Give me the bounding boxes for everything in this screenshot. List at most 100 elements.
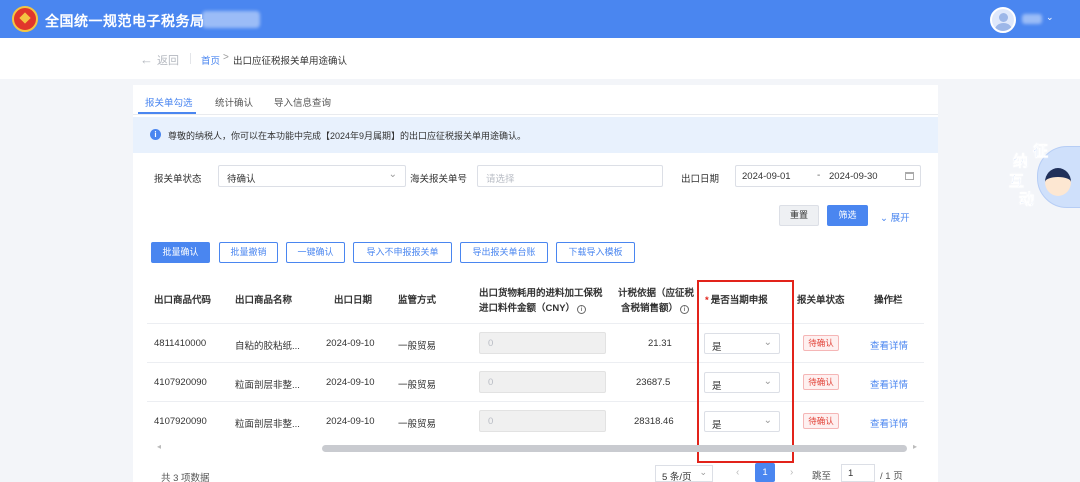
mascot-avatar-icon — [1045, 168, 1071, 196]
back-label: 返回 — [157, 55, 179, 67]
status-filter-value: 待确认 — [227, 174, 256, 185]
col-header-code: 出口商品代码 — [154, 295, 212, 306]
col-header-material-line2: 进口料件金额（CNY） i — [479, 302, 587, 315]
breadcrumb: ← 返回 首页 > 出口应征税报关单用途确认 — [0, 38, 1080, 79]
status-badge: 待确认 — [803, 413, 839, 429]
material-amount-input: 0 — [479, 410, 606, 432]
tax-emblem-icon — [12, 6, 38, 32]
goto-page-input[interactable]: 1 — [841, 464, 875, 482]
chevron-down-icon: ⌄ — [388, 169, 397, 180]
divider — [190, 53, 191, 64]
mascot-char: 纳 — [1013, 153, 1029, 171]
col-header-tax-basis-line1: 计税依据（应征税 — [618, 288, 695, 299]
highlight-frame — [697, 280, 794, 463]
cell-tax-basis: 23687.5 — [636, 377, 671, 388]
cell-supervision: 一般贸易 — [398, 419, 437, 430]
cell-date: 2024-09-10 — [326, 377, 375, 388]
chevron-down-icon: ⌄ — [880, 213, 891, 224]
col-header-name: 出口商品名称 — [235, 295, 293, 306]
notice-banner: i 尊敬的纳税人，你可以在本功能中完成【2024年9月属期】的出口应征税报关单用… — [133, 117, 938, 153]
info-icon: i — [150, 129, 161, 140]
col-header-material-line1: 出口货物耗用的进料加工保税 — [479, 288, 603, 299]
batch-revoke-button[interactable]: 批量撤销 — [219, 242, 278, 263]
date-to-value[interactable]: 2024-09-30 — [829, 171, 878, 182]
col-header-status: 报关单状态 — [797, 295, 845, 306]
material-amount-input: 0 — [479, 332, 606, 354]
filter-button[interactable]: 筛选 — [827, 205, 868, 226]
prev-page-icon[interactable]: ‹ — [736, 467, 739, 478]
col-header-ops: 操作栏 — [874, 295, 903, 306]
tax-basis-line2-text: 含税销售额） — [621, 303, 679, 314]
expand-label: 展开 — [890, 213, 910, 224]
view-details-link[interactable]: 查看详情 — [870, 377, 908, 391]
cell-name: 粒面剖层非整... — [235, 419, 300, 430]
tab-declaration-select[interactable]: 报关单勾选 — [145, 95, 193, 109]
cell-code: 4107920090 — [154, 416, 207, 427]
breadcrumb-home-link[interactable]: 首页 — [201, 53, 220, 67]
app-title: 全国统一规范电子税务局 — [45, 13, 205, 29]
notice-text: 尊敬的纳税人，你可以在本功能中完成【2024年9月属期】的出口应征税报关单用途确… — [168, 131, 527, 141]
calendar-icon — [905, 172, 914, 180]
scroll-left-icon[interactable]: ◂ — [157, 442, 161, 451]
cell-code: 4107920090 — [154, 377, 207, 388]
status-badge: 待确认 — [803, 374, 839, 390]
cell-tax-basis: 21.31 — [648, 338, 672, 349]
back-button[interactable]: ← 返回 — [140, 52, 179, 68]
user-name-redacted[interactable] — [1022, 14, 1042, 24]
tab-statistics-confirm[interactable]: 统计确认 — [215, 95, 253, 109]
cell-tax-basis: 28318.46 — [634, 416, 674, 427]
row-divider — [147, 401, 924, 402]
breadcrumb-current: 出口应征税报关单用途确认 — [233, 56, 348, 67]
cell-date: 2024-09-10 — [326, 416, 375, 427]
col-header-tax-basis-line2: 含税销售额） i — [621, 302, 690, 315]
download-template-button[interactable]: 下载导入模板 — [556, 242, 635, 263]
material-line2-text: 进口料件金额（CNY） — [479, 303, 576, 314]
view-details-link[interactable]: 查看详情 — [870, 416, 908, 430]
next-page-icon[interactable]: › — [790, 467, 793, 478]
info-circle-icon[interactable]: i — [680, 305, 690, 314]
export-date-label: 出口日期 — [681, 174, 720, 185]
status-filter-select[interactable]: 待确认 ⌄ — [218, 165, 406, 187]
region-tag-redacted — [202, 11, 260, 28]
arrow-left-icon: ← — [140, 52, 153, 67]
material-amount-input: 0 — [479, 371, 606, 393]
page-size-select[interactable]: 5 条/页 ⌄ — [655, 465, 713, 482]
status-badge: 待确认 — [803, 335, 839, 351]
chevron-down-icon[interactable]: ⌄ — [1046, 12, 1054, 23]
cell-date: 2024-09-10 — [326, 338, 375, 349]
user-avatar[interactable] — [990, 7, 1016, 33]
current-page-button[interactable]: 1 — [755, 463, 775, 482]
date-from-value[interactable]: 2024-09-01 — [742, 171, 791, 182]
date-range-separator: - — [817, 170, 821, 181]
cell-name: 自粘的胶粘纸... — [235, 341, 300, 352]
customs-no-label: 海关报关单号 — [410, 174, 468, 185]
interaction-mascot-widget[interactable]: 征 纳 互 动 — [1007, 140, 1080, 208]
status-filter-label: 报关单状态 — [154, 174, 202, 185]
page-size-value: 5 条/页 — [662, 472, 692, 482]
cell-supervision: 一般贸易 — [398, 380, 437, 391]
chevron-down-icon: ⌄ — [699, 467, 707, 477]
one-click-confirm-button[interactable]: 一键确认 — [286, 242, 345, 263]
horizontal-scrollbar[interactable] — [322, 445, 907, 452]
tab-import-query[interactable]: 导入信息查询 — [274, 95, 331, 109]
batch-confirm-button[interactable]: 批量确认 — [151, 242, 210, 263]
expand-filters-link[interactable]: ⌄ 展开 — [880, 210, 910, 224]
reset-button[interactable]: 重置 — [779, 205, 819, 226]
top-navigation-bar: 全国统一规范电子税务局 ⌄ — [0, 0, 1080, 38]
mascot-char: 动 — [1019, 191, 1035, 209]
active-tab-indicator — [138, 112, 196, 114]
col-header-date: 出口日期 — [334, 295, 373, 306]
cell-name: 粒面剖层非整... — [235, 380, 300, 391]
view-details-link[interactable]: 查看详情 — [870, 338, 908, 352]
info-circle-icon[interactable]: i — [577, 305, 587, 314]
export-ledger-button[interactable]: 导出报关单台账 — [460, 242, 548, 263]
import-undeclared-button[interactable]: 导入不申报报关单 — [353, 242, 452, 263]
row-divider — [147, 362, 924, 363]
goto-label: 跳至 — [812, 471, 832, 482]
page-count: / 1 页 — [880, 471, 903, 482]
customs-no-input[interactable]: 请选择 — [477, 165, 663, 187]
scroll-right-icon[interactable]: ▸ — [913, 442, 917, 451]
total-count: 共 3 项数据 — [161, 473, 210, 482]
col-header-supervision: 监管方式 — [398, 295, 437, 306]
row-divider — [147, 323, 924, 324]
